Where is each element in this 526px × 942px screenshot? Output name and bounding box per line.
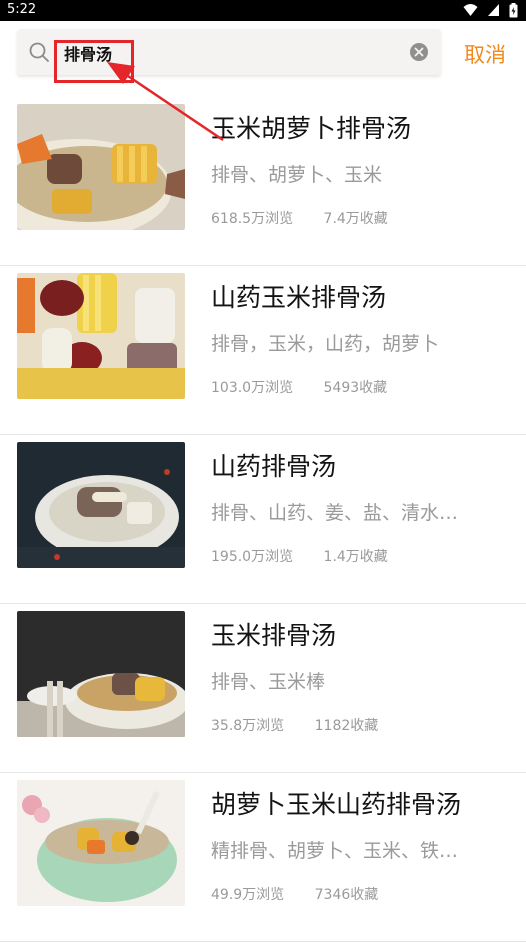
- clear-icon[interactable]: [409, 42, 429, 62]
- search-header: 排骨汤 取消: [0, 21, 526, 97]
- recipe-thumbnail: [17, 611, 185, 737]
- recipe-ingredients: 排骨、胡萝卜、玉米: [211, 164, 383, 186]
- recipe-ingredients: 排骨，玉米，山药，胡萝卜: [211, 333, 440, 355]
- recipe-title[interactable]: 玉米胡萝卜排骨汤: [211, 109, 411, 145]
- view-count: 35.8万浏览: [211, 718, 285, 734]
- recipe-ingredients: 排骨、山药、姜、盐、清水…: [211, 502, 459, 524]
- wifi-icon: [463, 4, 478, 16]
- view-count: 49.9万浏览: [211, 887, 285, 903]
- favorite-count: 5493收藏: [323, 380, 388, 396]
- search-query-text[interactable]: 排骨汤: [64, 41, 112, 65]
- signal-icon: [487, 4, 499, 16]
- recipe-card[interactable]: 山药排骨汤 排骨、山药、姜、盐、清水… 195.0万浏览 1.4万收藏: [0, 435, 526, 604]
- recipe-thumbnail: [17, 273, 185, 399]
- recipe-card[interactable]: 山药玉米排骨汤 排骨，玉米，山药，胡萝卜 103.0万浏览 5493收藏: [0, 266, 526, 435]
- recipe-card[interactable]: 玉米胡萝卜排骨汤 排骨、胡萝卜、玉米 618.5万浏览 7.4万收藏: [0, 97, 526, 266]
- recipe-thumbnail: [17, 104, 185, 230]
- cancel-button[interactable]: 取消: [464, 39, 506, 69]
- recipe-stats: 103.0万浏览 5493收藏: [211, 377, 387, 397]
- search-input[interactable]: 排骨汤: [17, 29, 441, 75]
- status-time: 5:22: [7, 2, 37, 17]
- favorite-count: 1182收藏: [314, 718, 379, 734]
- status-bar: 5:22: [0, 0, 526, 21]
- recipe-thumbnail: [17, 780, 185, 906]
- status-icons: [459, 3, 518, 18]
- favorite-count: 1.4万收藏: [323, 549, 388, 565]
- recipe-stats: 35.8万浏览 1182收藏: [211, 715, 378, 735]
- recipe-title[interactable]: 胡萝卜玉米山药排骨汤: [211, 785, 461, 821]
- recipe-card[interactable]: 玉米排骨汤 排骨、玉米棒 35.8万浏览 1182收藏: [0, 604, 526, 773]
- favorite-count: 7.4万收藏: [323, 211, 388, 227]
- battery-icon: [509, 3, 518, 18]
- recipe-stats: 195.0万浏览 1.4万收藏: [211, 546, 388, 566]
- recipe-thumbnail: [17, 442, 185, 568]
- recipe-ingredients: 排骨、玉米棒: [211, 671, 326, 693]
- recipe-title[interactable]: 山药玉米排骨汤: [211, 278, 386, 314]
- view-count: 618.5万浏览: [211, 211, 294, 227]
- view-count: 195.0万浏览: [211, 549, 294, 565]
- recipe-stats: 618.5万浏览 7.4万收藏: [211, 208, 388, 228]
- recipe-ingredients: 精排骨、胡萝卜、玉米、铁…: [211, 840, 459, 862]
- recipe-title[interactable]: 玉米排骨汤: [211, 616, 336, 652]
- recipe-title[interactable]: 山药排骨汤: [211, 447, 336, 483]
- favorite-count: 7346收藏: [314, 887, 379, 903]
- view-count: 103.0万浏览: [211, 380, 294, 396]
- search-icon: [29, 42, 49, 62]
- recipe-result-list: 玉米胡萝卜排骨汤 排骨、胡萝卜、玉米 618.5万浏览 7.4万收藏 山药玉米排: [0, 97, 526, 942]
- recipe-stats: 49.9万浏览 7346收藏: [211, 884, 378, 904]
- recipe-card[interactable]: 胡萝卜玉米山药排骨汤 精排骨、胡萝卜、玉米、铁… 49.9万浏览 7346收藏: [0, 773, 526, 942]
